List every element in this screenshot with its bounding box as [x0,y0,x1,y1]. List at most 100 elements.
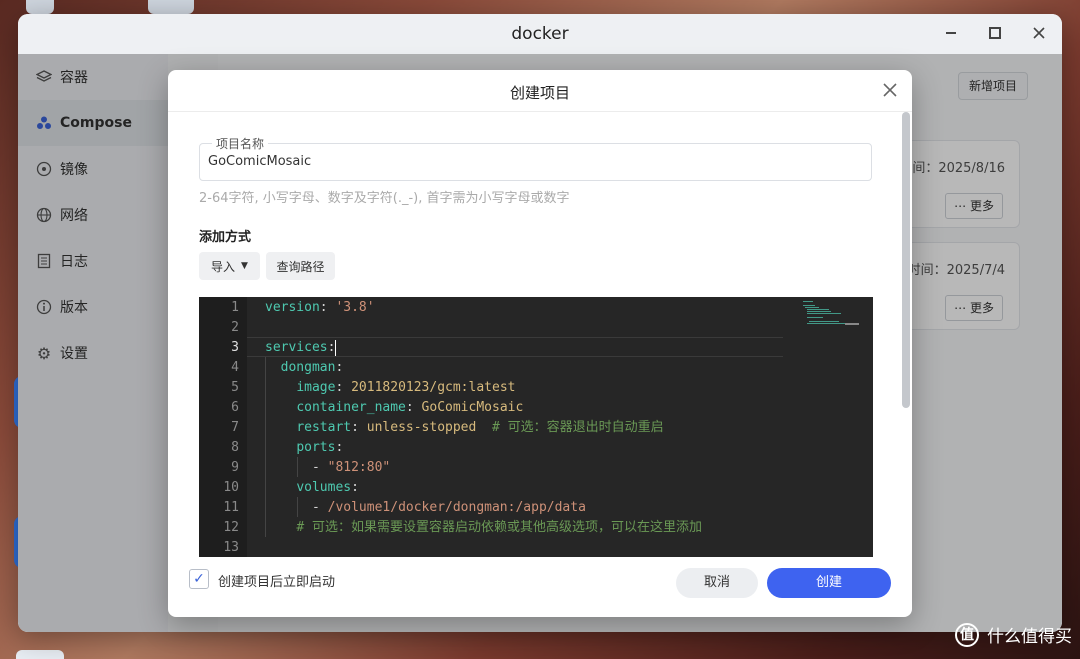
code-token: - [265,460,328,475]
window-controls [942,24,1048,42]
code-token: : [335,440,344,455]
code-line[interactable]: 9 - "812:80" [199,458,799,478]
code-text: image: 2011820123/gcm:latest [265,378,515,398]
scrollbar-thumb[interactable] [902,112,910,408]
line-number: 5 [231,380,239,395]
close-window-button[interactable] [1030,24,1048,42]
line-number: 7 [231,420,239,435]
code-line[interactable]: 13 [199,538,799,557]
import-label: 导入 [211,259,236,274]
line-number: 3 [231,340,239,355]
dialog-title: 创建项目 [509,84,570,102]
line-number: 13 [223,540,239,555]
minimize-icon [946,32,956,34]
import-dropdown[interactable]: 导入 ▼ [199,252,260,280]
code-line[interactable]: 1 version: '3.8' [199,298,799,318]
line-number: 9 [231,460,239,475]
window-titlebar: docker [18,14,1062,54]
compose-code-editor[interactable]: 1 version: '3.8' 2 3 services: 4 dongman: 5 im… [199,297,873,557]
text-caret [335,339,337,356]
watermark-text: 什么值得买 [987,627,1072,647]
desktop-app-icon[interactable] [16,650,64,659]
code-text: version: '3.8' [265,298,375,318]
code-token: GoComicMosaic [421,400,524,415]
code-token: version [265,300,320,315]
code-line[interactable]: 4 dongman: [199,358,799,378]
line-number: 4 [231,360,239,375]
line-number: 1 [231,300,239,315]
dialog-header: 创建项目 [168,70,912,112]
code-text: restart: unless-stopped # 可选：容器退出时自动重启 [265,418,664,438]
maximize-icon [989,27,1001,39]
code-text: services: [265,338,337,358]
code-token: dongman [280,360,336,375]
code-token: # 可选：如果需要设置容器启动依赖或其他高级选项，可以在这里添加 [296,520,702,535]
code-token: /volume1/docker/dongman:/app/data [327,500,586,515]
add-method-label: 添加方式 [199,230,252,245]
line-number: 8 [231,440,239,455]
create-project-dialog: 创建项目 项目名称 2-64字符, 小写字母、数字及字符(._-), 首字需为小… [168,70,912,617]
minimize-button[interactable] [942,24,960,42]
dialog-close-button[interactable] [880,80,900,100]
close-icon [883,83,897,97]
maximize-button[interactable] [986,24,1004,42]
code-token: : [351,420,367,435]
line-number: 11 [223,500,239,515]
code-line[interactable]: 11 - /volume1/docker/dongman:/app/data [199,498,799,518]
code-token: # 可选：容器退出时自动重启 [476,420,664,435]
dialog-scrollbar[interactable] [902,112,910,412]
code-token: container_name [296,400,406,415]
project-name-hint: 2-64字符, 小写字母、数字及字符(._-), 首字需为小写字母或数字 [199,191,570,206]
create-button[interactable]: 创建 [767,568,891,598]
editor-minimap[interactable] [803,301,859,327]
line-number: 10 [223,480,239,495]
query-path-button[interactable]: 查询路径 [266,252,335,280]
window-title: docker [511,24,569,44]
code-text: # 可选：如果需要设置容器启动依赖或其他高级选项，可以在这里添加 [265,518,702,538]
code-line[interactable]: 5 image: 2011820123/gcm:latest [199,378,799,398]
code-token: services [265,340,328,355]
code-line[interactable]: 2 [199,318,799,338]
code-token: : [351,480,359,495]
project-name-input[interactable] [208,154,808,169]
code-line[interactable]: 10 volumes: [199,478,799,498]
code-line[interactable]: 12 # 可选：如果需要设置容器启动依赖或其他高级选项，可以在这里添加 [199,518,799,538]
code-line[interactable]: 6 container_name: GoComicMosaic [199,398,799,418]
code-token: image [296,380,336,395]
code-text: volumes: [265,478,359,498]
code-line[interactable]: 8 ports: [199,438,799,458]
code-token: 2011820123/gcm:latest [351,380,516,395]
code-line[interactable]: 7 restart: unless-stopped # 可选：容器退出时自动重启 [199,418,799,438]
code-text: ports: [265,438,343,458]
code-text: container_name: GoComicMosaic [265,398,523,418]
cancel-button[interactable]: 取消 [676,568,758,598]
desktop-app-icon[interactable] [26,0,54,14]
code-token: unless-stopped [366,420,477,435]
desktop-app-icon[interactable] [148,0,194,14]
code-token: restart [296,420,352,435]
code-text: - /volume1/docker/dongman:/app/data [265,498,586,518]
project-name-label: 项目名称 [212,135,269,152]
code-line[interactable]: 3 services: [199,338,799,358]
auto-start-checkbox[interactable]: ✓ [189,569,209,589]
watermark-logo: 值 [955,622,979,647]
line-number: 6 [231,400,239,415]
close-icon [1033,27,1045,39]
code-token: : [327,340,336,355]
watermark: 值 什么值得买 [955,622,1072,647]
code-token: : [319,300,336,315]
code-token: ports [296,440,336,455]
code-token: : [335,360,344,375]
code-token: "812:80" [327,460,391,475]
code-token: : [405,400,422,415]
code-token: : [335,380,352,395]
code-token: - [265,500,328,515]
line-number: 2 [231,320,239,335]
code-text: dongman: [265,358,344,378]
